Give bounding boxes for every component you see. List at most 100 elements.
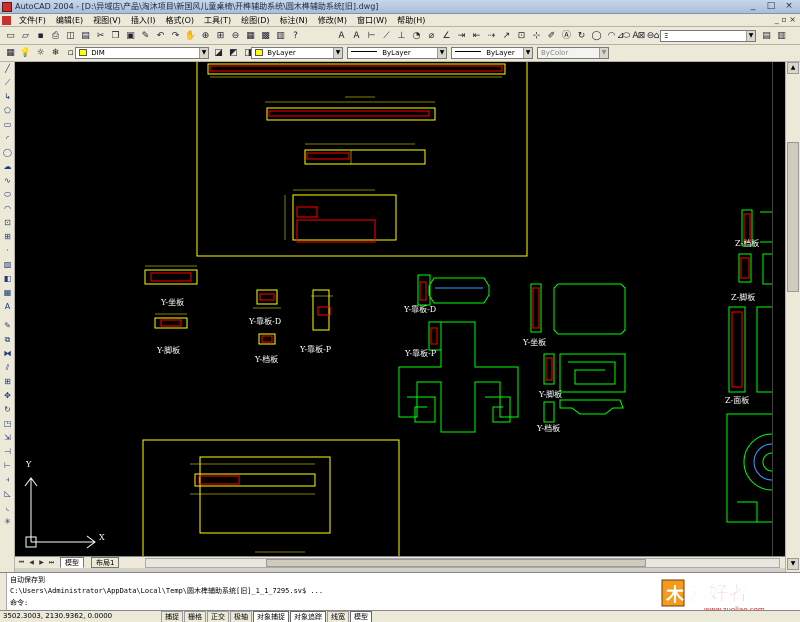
publish-icon[interactable]: ▤ — [79, 30, 92, 42]
arc-icon[interactable]: ◜ — [1, 133, 14, 145]
linetype-combo[interactable]: ByLayer ▼ — [347, 47, 447, 59]
mirror-icon[interactable]: ⧓ — [1, 348, 14, 360]
preview-icon[interactable]: ◫ — [64, 30, 77, 42]
make-current-layer-icon[interactable]: ◪ — [212, 47, 225, 59]
vertical-scroll-thumb[interactable] — [787, 142, 799, 292]
design-center-icon[interactable]: ▩ — [259, 30, 272, 42]
chevron-down-icon[interactable]: ▼ — [333, 48, 342, 58]
table-icon[interactable]: ▦ — [1, 287, 14, 299]
dimstyle-combo[interactable]: Ξ ▼ — [660, 30, 756, 42]
scroll-up-icon[interactable]: ▲ — [787, 62, 799, 74]
mdi-controls[interactable]: _ ▫ × — [775, 15, 796, 24]
tool-palette-icon[interactable]: ▥ — [274, 30, 287, 42]
new-file-icon[interactable]: ▭ — [4, 30, 17, 42]
array-icon[interactable]: ⊞ — [1, 376, 14, 388]
region-draw-icon[interactable]: ◧ — [1, 273, 14, 285]
rectangle-icon[interactable]: ▭ — [1, 119, 14, 131]
table-style-icon[interactable]: ⊖ — [644, 30, 657, 42]
layer-previous-icon[interactable]: ◩ — [227, 47, 240, 59]
more-tools-icon[interactable]: ▥ — [775, 30, 788, 42]
continue-dim-icon[interactable]: ⇢ — [485, 30, 498, 42]
make-block-icon[interactable]: ⊞ — [1, 231, 14, 243]
cad-drawing[interactable]: Y X Y-坐板 Y-脚板 Y-靠板-D Y-档板 Y-靠板-P Y-靠板-D … — [15, 62, 772, 556]
circle-draw-icon[interactable]: ◯ — [1, 147, 14, 159]
snap-toggle[interactable]: 捕捉 — [161, 611, 183, 622]
spline-icon[interactable]: ∿ — [1, 175, 14, 187]
menu-format[interactable]: 格式(O) — [160, 15, 199, 26]
menu-dimension[interactable]: 标注(N) — [275, 15, 313, 26]
aligned-dim-icon[interactable]: ⟋ — [380, 30, 393, 42]
next-tab-icon[interactable]: ▶ — [37, 558, 46, 567]
zoom-window-icon[interactable]: ⊞ — [214, 30, 227, 42]
help-icon[interactable]: ? — [289, 30, 302, 42]
radius-dim-icon[interactable]: ◔ — [410, 30, 423, 42]
ortho-toggle[interactable]: 正交 — [207, 611, 229, 622]
paste-icon[interactable]: ▣ — [124, 30, 137, 42]
offset-icon[interactable]: ⫽ — [1, 362, 14, 374]
menu-insert[interactable]: 插入(I) — [126, 15, 161, 26]
layer-manager-icon[interactable]: ▦ — [4, 47, 17, 59]
close-button[interactable]: × — [780, 1, 798, 13]
zoom-previous-icon[interactable]: ⊖ — [229, 30, 242, 42]
chevron-down-icon[interactable]: ▼ — [523, 48, 532, 58]
maximize-button[interactable]: □ — [762, 1, 780, 13]
revision-cloud-icon[interactable]: ☁ — [1, 161, 14, 173]
polygon-icon[interactable]: ⬠ — [1, 105, 14, 117]
document-icon[interactable] — [2, 16, 11, 25]
rotate-icon[interactable]: ↻ — [1, 404, 14, 416]
menu-edit[interactable]: 编辑(E) — [51, 15, 88, 26]
construction-line-icon[interactable]: ⟋ — [1, 77, 14, 89]
osnap-toggle[interactable]: 对象捕捉 — [253, 611, 289, 622]
insert-block-icon[interactable]: ⊡ — [1, 217, 14, 229]
tolerance-icon[interactable]: ⊡ — [515, 30, 528, 42]
chevron-down-icon[interactable]: ▼ — [199, 48, 208, 58]
center-mark-icon[interactable]: ⊹ — [530, 30, 543, 42]
point-icon[interactable]: · — [1, 245, 14, 257]
dim-update-icon[interactable]: ↻ — [575, 30, 588, 42]
text-a-icon[interactable]: A — [335, 30, 348, 42]
trim-icon[interactable]: ⊣ — [1, 446, 14, 458]
menu-draw[interactable]: 绘图(D) — [236, 15, 274, 26]
lineweight-toggle[interactable]: 线宽 — [327, 611, 349, 622]
pan-icon[interactable]: ✋ — [184, 30, 197, 42]
redo-icon[interactable]: ↷ — [169, 30, 182, 42]
extend-icon[interactable]: ⊢ — [1, 460, 14, 472]
erase-icon[interactable]: ✎ — [1, 320, 14, 332]
color-combo[interactable]: ByLayer ▼ — [251, 47, 343, 59]
menu-modify[interactable]: 修改(M) — [313, 15, 352, 26]
undo-icon[interactable]: ↶ — [154, 30, 167, 42]
print-icon[interactable]: ⎙ — [49, 30, 62, 42]
leader-icon[interactable]: ↗ — [500, 30, 513, 42]
command-prompt[interactable]: 命令: — [10, 598, 28, 608]
zoom-realtime-icon[interactable]: ⊕ — [199, 30, 212, 42]
sun-icon[interactable]: ☼ — [34, 47, 47, 59]
explode-icon[interactable]: ✳ — [1, 516, 14, 528]
menu-view[interactable]: 视图(V) — [88, 15, 126, 26]
layer-combo[interactable]: DIM ▼ — [75, 47, 209, 59]
mtext-icon[interactable]: A — [1, 301, 14, 313]
fillet-icon[interactable]: ◟ — [1, 502, 14, 514]
otrack-toggle[interactable]: 对象追踪 — [290, 611, 326, 622]
horizontal-scrollbar[interactable] — [145, 558, 780, 568]
autocad-app-icon[interactable] — [2, 2, 12, 12]
last-tab-icon[interactable]: ⏭ — [47, 558, 56, 567]
quick-dim-icon[interactable]: ⇥ — [455, 30, 468, 42]
lightbulb-icon[interactable]: 💡 — [19, 47, 32, 59]
chevron-down-icon[interactable]: ▼ — [437, 48, 446, 58]
command-window-handle[interactable] — [0, 573, 7, 611]
ellipse-arc-icon[interactable]: ◠ — [1, 203, 14, 215]
line-icon[interactable]: ╱ — [1, 63, 14, 75]
minimize-button[interactable]: _ — [744, 1, 762, 13]
menu-window[interactable]: 窗口(W) — [352, 15, 392, 26]
angular-dim-icon[interactable]: ∠ — [440, 30, 453, 42]
menu-file[interactable]: 文件(F) — [14, 15, 51, 26]
ellipse-draw-icon[interactable]: ⬭ — [1, 189, 14, 201]
baseline-dim-icon[interactable]: ⇤ — [470, 30, 483, 42]
lineweight-combo[interactable]: ByLayer ▼ — [451, 47, 533, 59]
dim-style-icon[interactable]: ⊿ — [614, 30, 627, 42]
chamfer-icon[interactable]: ◺ — [1, 488, 14, 500]
open-file-icon[interactable]: ▱ — [19, 30, 32, 42]
copy-icon[interactable]: ❐ — [109, 30, 122, 42]
break-icon[interactable]: ⫞ — [1, 474, 14, 486]
stretch-icon[interactable]: ⇲ — [1, 432, 14, 444]
